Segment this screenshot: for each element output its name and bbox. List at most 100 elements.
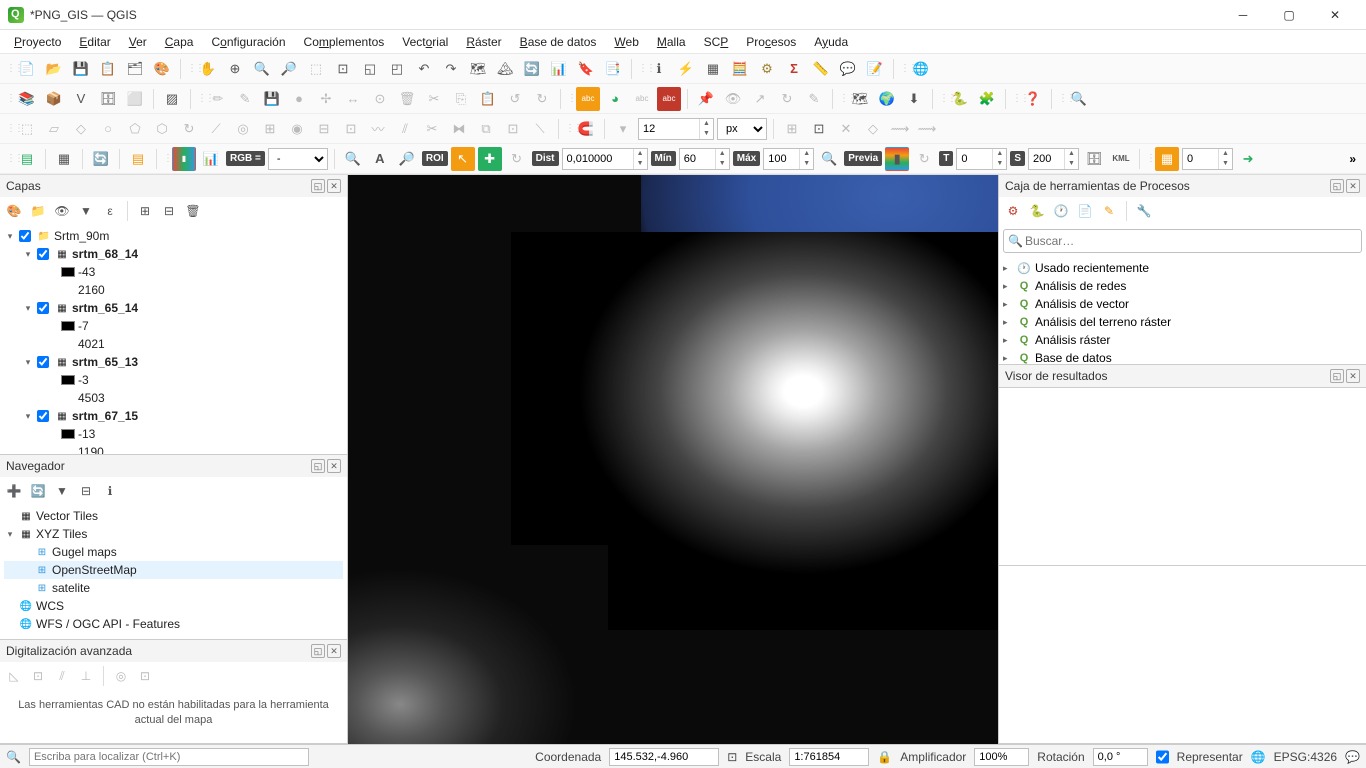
label3-button[interactable]: abc [657,87,681,111]
cad-snap-button[interactable]: ◎ [111,666,131,686]
osm-download-button[interactable]: ⬇ [902,87,926,111]
scp-roi-pointer-button[interactable]: ↖ [451,147,475,171]
grip-icon[interactable]: ⋮⋮ [163,153,169,164]
crs-label[interactable]: EPSG:4326 [1274,750,1337,764]
processing-item[interactable]: ▸QAnálisis ráster [1003,331,1362,349]
intersect-button[interactable]: ✕ [834,117,858,141]
avoid-button[interactable]: ⊡ [807,117,831,141]
menu-capa[interactable]: Capa [157,32,202,52]
copy-button[interactable]: ⎘ [449,87,473,111]
cad4-button[interactable]: ○ [96,117,120,141]
grip-icon[interactable]: ⋮⋮ [567,93,573,104]
panel-close-button[interactable]: ✕ [327,644,341,658]
diagram-button[interactable]: ◕ [603,87,627,111]
maptips-button[interactable]: 💬 [836,57,860,81]
browser-tree[interactable]: ▦Vector Tiles ▾▦XYZ Tiles ⊞Gugel maps ⊞O… [0,505,347,639]
trace2-button[interactable]: ⟿ [915,117,939,141]
scp-stretch-button[interactable]: 📊 [199,147,223,171]
processing-item[interactable]: ▸QBase de datos [1003,349,1362,364]
browser-refresh-button[interactable]: 🔄 [28,481,48,501]
scp-roi-redo-button[interactable]: ↻ [505,147,529,171]
grip-icon[interactable]: ⋮⋮ [6,93,12,104]
osm-place-button[interactable]: 🌍 [875,87,899,111]
layer-style-button[interactable]: 🎨 [4,201,24,221]
processing-edit-button[interactable]: ✎ [1099,201,1119,221]
help-button[interactable]: ❓ [1021,87,1045,111]
node-button[interactable]: ⊙ [368,87,392,111]
merge-attr-button[interactable]: ⊡ [501,117,525,141]
cut-button[interactable]: ✂ [422,87,446,111]
processing-history-button[interactable]: 🕐 [1051,201,1071,221]
zoom-full-button[interactable]: ⊡ [331,57,355,81]
delete-button[interactable]: 🗑 [395,87,419,111]
move-label-button[interactable]: ↗ [748,87,772,111]
panel-close-button[interactable]: ✕ [1346,369,1360,383]
scp-a-button[interactable]: A [368,147,392,171]
osm-button[interactable]: 🗺 [848,87,872,111]
crs-icon[interactable]: 🌐 [1251,750,1266,764]
save-project-button[interactable]: 💾 [69,57,93,81]
panel-undock-button[interactable]: ◱ [311,644,325,658]
label2-button[interactable]: abc [630,87,654,111]
new-project-button[interactable]: 📄 [15,57,39,81]
annotation-button[interactable]: 📝 [863,57,887,81]
paste-button[interactable]: 📋 [476,87,500,111]
digitize-button[interactable]: ✢ [314,87,338,111]
field-calc-button[interactable]: 🧮 [728,57,752,81]
close-button[interactable]: ✕ [1312,0,1358,30]
scp-dock-button[interactable]: ▤ [15,147,39,171]
menu-malla[interactable]: Malla [649,32,694,52]
rotate-label-button[interactable]: ↻ [775,87,799,111]
new-geopackage-button[interactable]: 📦 [42,87,66,111]
open-project-button[interactable]: 📂 [42,57,66,81]
fill-ring-button[interactable]: ◉ [285,117,309,141]
grip-icon[interactable]: ⋮⋮ [900,63,906,74]
grip-icon[interactable]: ⋮⋮ [187,63,193,74]
menu-scp[interactable]: SCP [696,32,737,52]
layers-tree[interactable]: ▾📁Srtm_90m ▾▦srtm_68_14 -43 2160 ▾▦srtm_… [0,225,347,454]
data-source-button[interactable]: 📚 [15,87,39,111]
change-label-button[interactable]: ✎ [802,87,826,111]
grip-icon[interactable]: ⋮⋮ [1012,93,1018,104]
minimize-button[interactable]: ─ [1220,0,1266,30]
rotate-button[interactable]: ↻ [177,117,201,141]
grip-icon[interactable]: ⋮⋮ [939,93,945,104]
scp-kml-button[interactable]: KML [1109,147,1133,171]
scp-db-button[interactable]: 🗄 [1082,147,1106,171]
lock-icon[interactable]: 🔒 [877,750,892,764]
menu-vectorial[interactable]: Vectorial [394,32,456,52]
grip-icon[interactable]: ⋮⋮ [6,63,12,74]
grip-icon[interactable]: ⋮⋮ [839,93,845,104]
processing-search[interactable]: 🔍 [1003,229,1362,253]
menu-editar[interactable]: Editar [71,32,118,52]
scale-input[interactable] [789,748,869,766]
statistics-button[interactable]: Σ [782,57,806,81]
grip-icon[interactable]: ⋮⋮ [6,153,12,164]
processing-item[interactable]: ▸🕐Usado recientemente [1003,259,1362,277]
cad5-button[interactable]: ⬠ [123,117,147,141]
offset-button[interactable]: ⫽ [393,117,417,141]
snap-tolerance-input[interactable]: ▲▼ [638,118,714,140]
add-feature-button[interactable]: ● [287,87,311,111]
nominatim-button[interactable]: 🔍 [1067,87,1091,111]
bookmark2-button[interactable]: 📑 [601,57,625,81]
split-parts-button[interactable]: ⧓ [447,117,471,141]
grip-icon[interactable]: ⋮⋮ [197,93,203,104]
layer-add-group-button[interactable]: 📁 [28,201,48,221]
browser-filter-button[interactable]: ▼ [52,481,72,501]
new-3d-view-button[interactable]: 🏔 [493,57,517,81]
zoom-native-button[interactable]: ⬚ [304,57,328,81]
panel-close-button[interactable]: ✕ [327,179,341,193]
browser-props-button[interactable]: ℹ [100,481,120,501]
panel-undock-button[interactable]: ◱ [1330,369,1344,383]
reshape-button[interactable]: 〰 [366,117,390,141]
rot-input[interactable] [1093,748,1148,766]
menu-configuracion[interactable]: Configuración [203,32,293,52]
snap-button[interactable]: 🧲 [574,117,598,141]
scp-redo-button[interactable]: ↻ [912,147,936,171]
save-edits-button[interactable]: 💾 [260,87,284,111]
browser-collapse-button[interactable]: ⊟ [76,481,96,501]
cad3-button[interactable]: ◇ [69,117,93,141]
scp-preview-button[interactable]: ▮ [885,147,909,171]
scp-zoom-button[interactable]: 🔍 [341,147,365,171]
